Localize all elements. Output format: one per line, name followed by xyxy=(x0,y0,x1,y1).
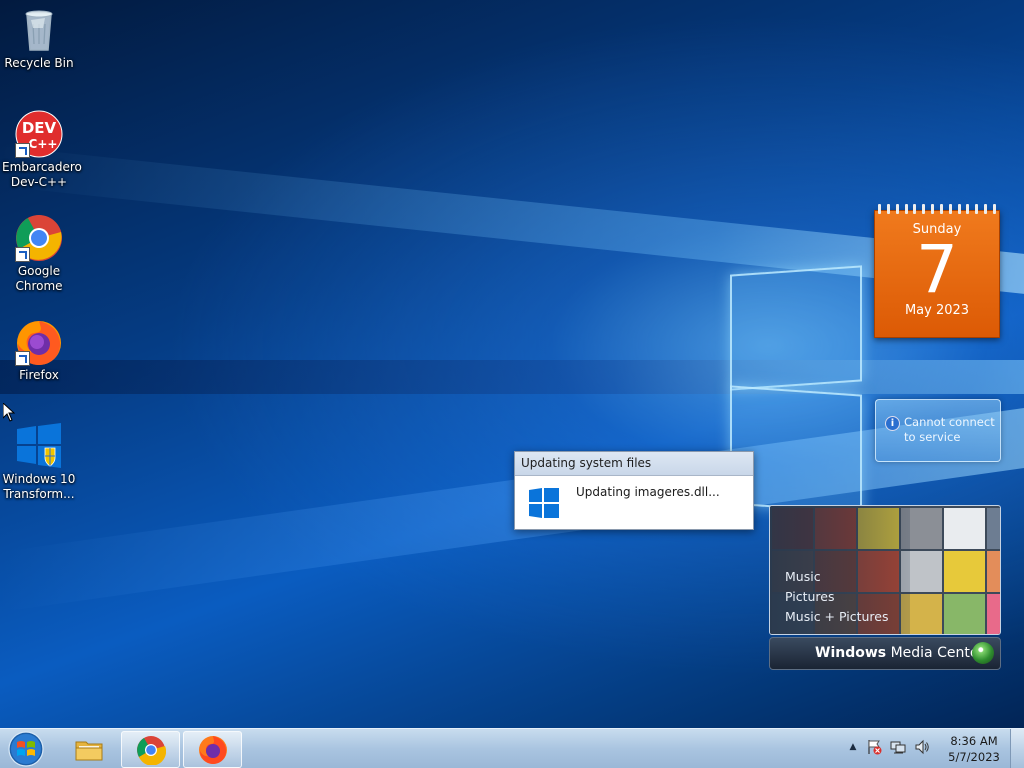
updating-system-files-dialog: Updating system files Updating imageres.… xyxy=(514,451,754,530)
network-icon[interactable] xyxy=(890,739,906,755)
mouse-cursor-icon xyxy=(3,403,15,422)
firefox-icon xyxy=(15,318,63,366)
show-hidden-icons-chevron-icon[interactable]: ▲ xyxy=(845,739,861,755)
chrome-icon xyxy=(15,214,63,262)
desktop-icon-label: Firefox xyxy=(19,368,59,382)
media-center-brand-bar[interactable]: Windows Media Center xyxy=(769,637,1001,670)
shortcut-arrow-icon xyxy=(15,351,30,366)
media-center-brand-light: Media Center xyxy=(890,645,985,661)
media-menu-item-pictures[interactable]: Pictures xyxy=(785,587,889,607)
desktop-icon-label: Windows 10 Transform... xyxy=(2,472,76,501)
weather-status-message: Cannot connect to service xyxy=(904,415,995,444)
media-center-orb-icon xyxy=(972,642,994,664)
show-desktop-button[interactable] xyxy=(1010,729,1024,768)
info-icon: i xyxy=(885,416,900,431)
volume-icon[interactable] xyxy=(914,739,930,755)
recycle-bin-icon xyxy=(15,6,63,54)
media-menu-item-music[interactable]: Music xyxy=(785,567,889,587)
clock-date: 5/7/2023 xyxy=(948,750,1000,764)
dialog-body: Updating imageres.dll... xyxy=(515,476,753,529)
taskbar-file-explorer[interactable] xyxy=(60,731,117,766)
taskbar-clock[interactable]: 8:36 AM 5/7/2023 xyxy=(944,733,1004,765)
media-menu-item-music-pictures[interactable]: Music + Pictures xyxy=(785,607,889,627)
desktop-icon-google-chrome[interactable]: Google Chrome xyxy=(2,214,76,294)
media-center-gadget[interactable]: Music Pictures Music + Pictures Windows … xyxy=(769,505,1001,670)
shortcut-arrow-icon xyxy=(15,143,30,158)
weather-gadget[interactable]: i Cannot connect to service xyxy=(875,399,1001,462)
firefox-icon xyxy=(199,736,227,764)
wallpaper-dark-band xyxy=(0,360,1024,394)
calendar-binding-rings xyxy=(878,204,996,214)
desktop-icon-label: Google Chrome xyxy=(15,264,63,293)
wallpaper-light-beam xyxy=(0,146,1024,294)
media-center-menu: Music Pictures Music + Pictures xyxy=(785,567,889,627)
windows-logo-shield-icon xyxy=(15,422,63,470)
taskbar-firefox[interactable] xyxy=(183,731,242,768)
start-button[interactable] xyxy=(6,730,46,768)
devcpp-logo-text: DEV xyxy=(22,119,57,137)
chrome-icon xyxy=(137,736,166,765)
dialog-title: Updating system files xyxy=(515,452,753,476)
calendar-day: 7 xyxy=(916,231,958,308)
system-tray: ▲ xyxy=(845,739,955,759)
media-center-brand-strong: Windows xyxy=(815,645,887,661)
taskbar-google-chrome[interactable] xyxy=(121,731,180,768)
desktop-icon-windows10-transform[interactable]: Windows 10 Transform... xyxy=(2,422,76,502)
taskbar: ▲ 8:36 AM 5/7/2023 xyxy=(0,728,1024,768)
windows-logo-icon xyxy=(529,488,559,518)
desktop-icon-recycle-bin[interactable]: Recycle Bin xyxy=(2,6,76,71)
clock-time: 8:36 AM xyxy=(950,734,998,748)
desktop-icon-label: Embarcadero Dev-C++ xyxy=(2,160,82,189)
desktop-icon-firefox[interactable]: Firefox xyxy=(2,318,76,383)
calendar-page: Sunday 7 May 2023 xyxy=(874,210,1000,338)
media-center-brand: Windows Media Center xyxy=(815,645,984,661)
devcpp-icon: DEV C++ xyxy=(15,110,63,158)
folder-icon xyxy=(75,741,103,761)
action-center-flag-icon[interactable] xyxy=(866,739,882,755)
calendar-month-year: May 2023 xyxy=(904,303,970,318)
dialog-message: Updating imageres.dll... xyxy=(576,485,720,499)
desktop-icon-label: Recycle Bin xyxy=(4,56,74,70)
desktop-icon-devcpp[interactable]: DEV C++ Embarcadero Dev-C++ xyxy=(2,110,82,190)
calendar-gadget[interactable]: Sunday 7 May 2023 xyxy=(874,204,1000,338)
shortcut-arrow-icon xyxy=(15,247,30,262)
devcpp-logo-sub: C++ xyxy=(29,137,58,151)
